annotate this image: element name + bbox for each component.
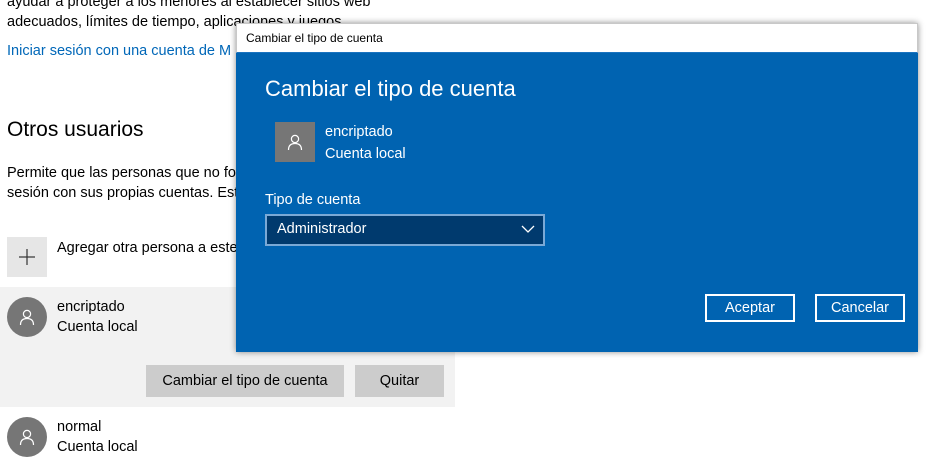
person-icon (19, 309, 35, 326)
other-users-desc-line1: Permite que las personas que no fo (7, 165, 236, 181)
person-icon (19, 429, 35, 446)
plus-icon (19, 249, 35, 265)
remove-user-button[interactable]: Quitar (355, 365, 444, 397)
user-name: encriptado (57, 299, 125, 315)
accept-button[interactable]: Aceptar (705, 294, 795, 322)
dialog-titlebar[interactable]: Cambiar el tipo de cuenta (236, 23, 918, 53)
account-type-dropdown[interactable]: Administrador (265, 214, 545, 246)
add-person-label[interactable]: Agregar otra persona a este (57, 240, 238, 256)
account-type-label: Tipo de cuenta (265, 192, 361, 208)
chevron-down-icon (521, 225, 535, 233)
person-icon (287, 134, 303, 151)
dialog-user-name: encriptado (325, 124, 393, 140)
user-avatar (7, 417, 47, 457)
cancel-button[interactable]: Cancelar (815, 294, 905, 322)
dialog-heading: Cambiar el tipo de cuenta (265, 76, 516, 101)
intro-text-line1: ayudar a proteger a los menores al estab… (7, 0, 371, 10)
add-person-row[interactable]: Agregar otra persona a este (7, 237, 238, 277)
other-users-desc-line2: sesión con sus propias cuentas. Est (7, 185, 239, 201)
add-person-button[interactable] (7, 237, 47, 277)
user-name[interactable]: normal (57, 419, 101, 435)
section-title-other-users: Otros usuarios (7, 118, 144, 141)
user-account-type: Cuenta local (57, 439, 138, 455)
user-account-type: Cuenta local (57, 319, 138, 335)
change-account-type-dialog: Cambiar el tipo de cuenta Cambiar el tip… (236, 23, 918, 352)
account-type-selected-value: Administrador (277, 221, 367, 237)
dialog-user-type: Cuenta local (325, 146, 406, 162)
signin-microsoft-link[interactable]: Iniciar sesión con una cuenta de M (7, 43, 231, 59)
dialog-window-title: Cambiar el tipo de cuenta (246, 31, 383, 45)
user-avatar (7, 297, 47, 337)
dialog-user-avatar (275, 122, 315, 162)
change-account-type-button[interactable]: Cambiar el tipo de cuenta (146, 365, 344, 397)
